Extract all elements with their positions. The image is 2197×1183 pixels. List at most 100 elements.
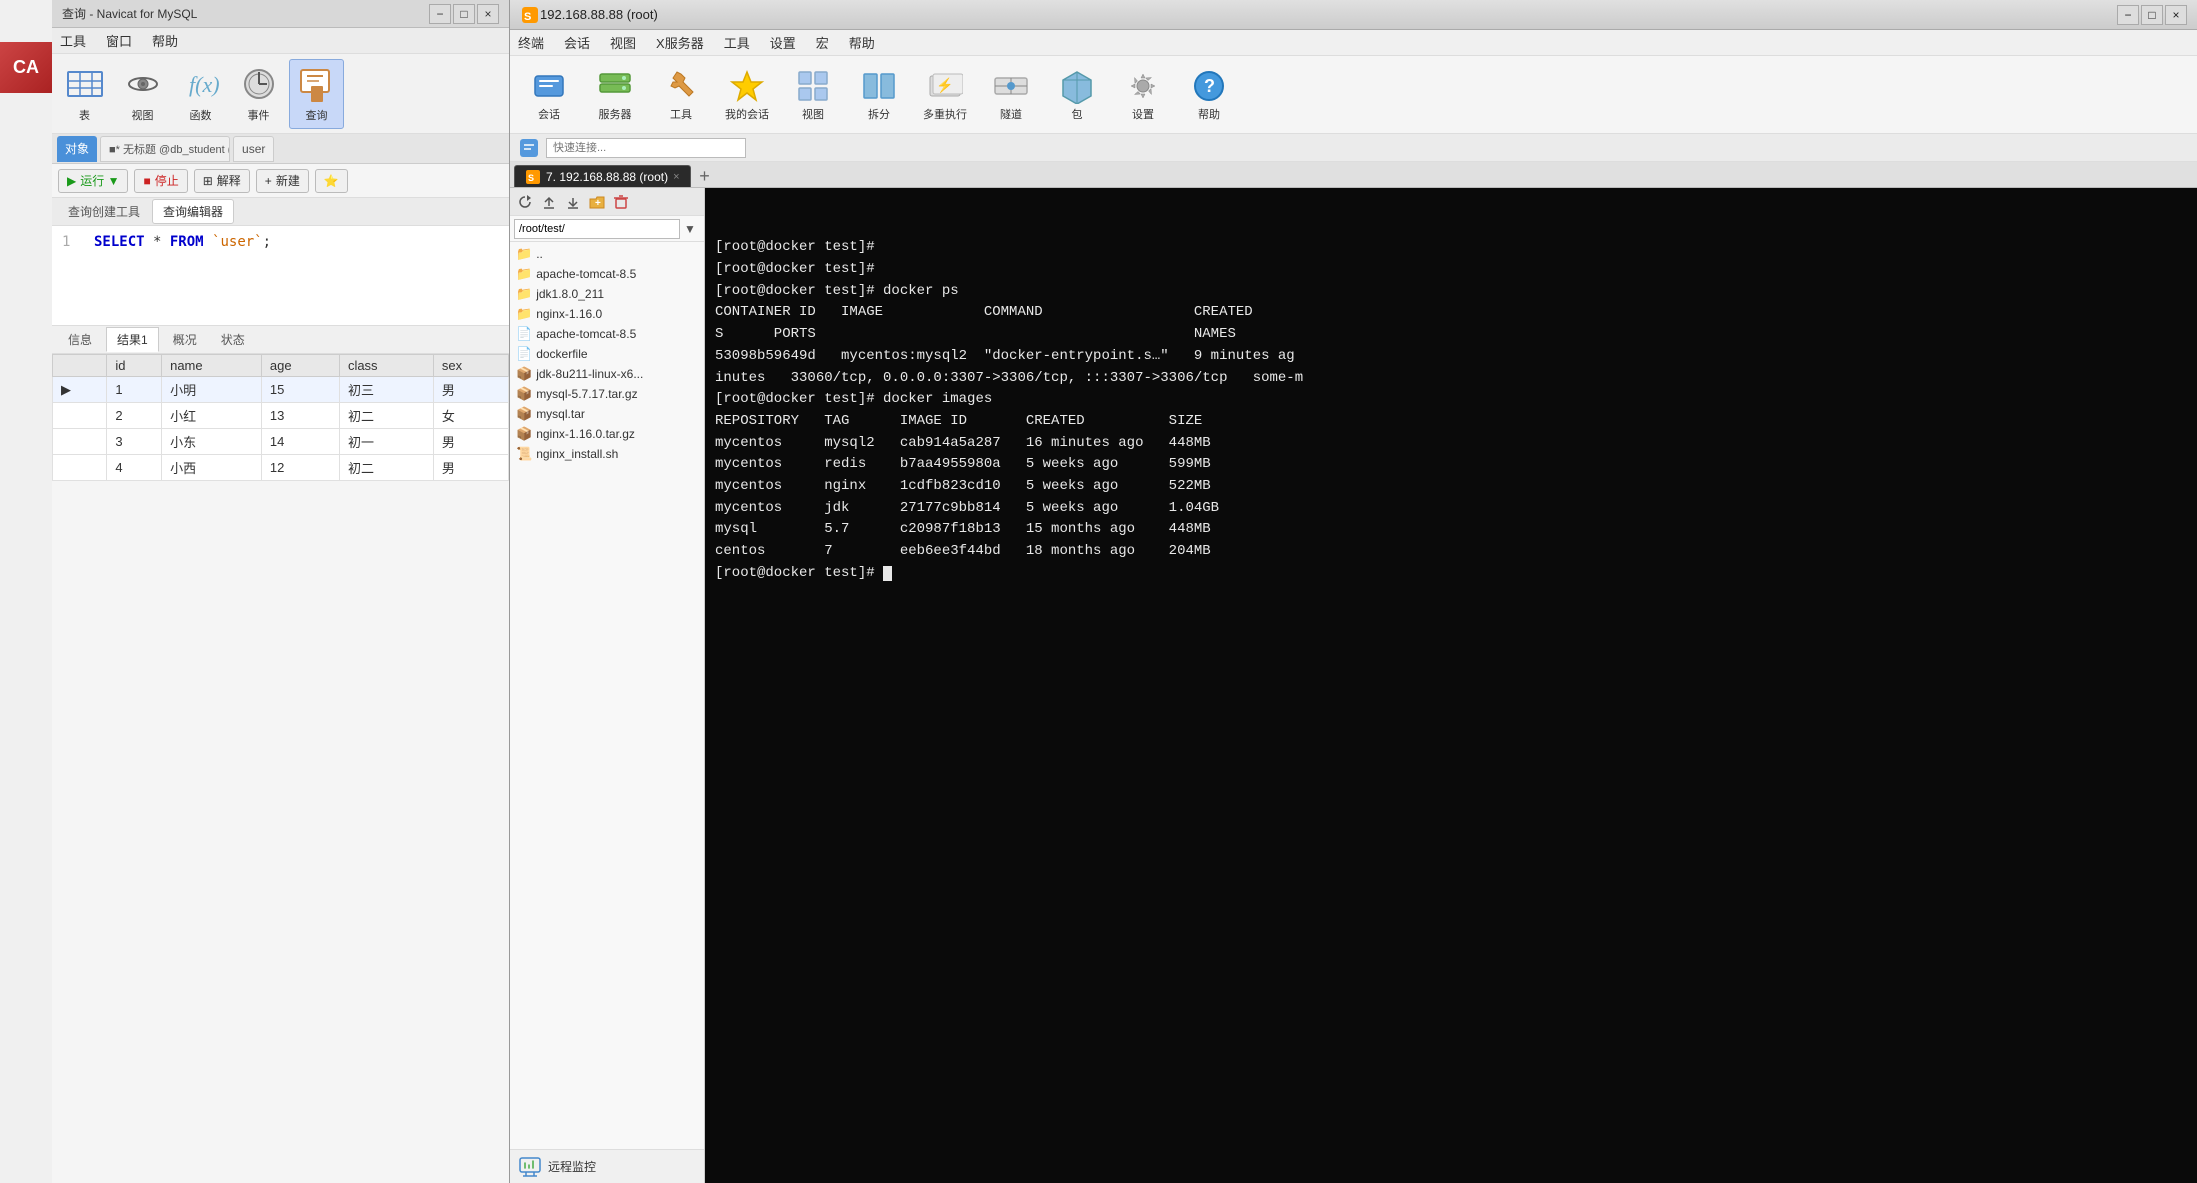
new-btn[interactable]: + 新建 — [256, 169, 309, 193]
folder-icon-1: 📁 — [516, 286, 532, 302]
svg-text:S: S — [524, 11, 531, 23]
scrt-maximize-btn[interactable]: □ — [2141, 5, 2163, 25]
file-item-2[interactable]: 📁 nginx-1.16.0 — [510, 304, 704, 324]
package-icon — [1059, 68, 1095, 104]
securecrt-title: 192.168.88.88 (root) — [540, 7, 658, 22]
col-sex: sex — [433, 355, 508, 377]
svg-text:f(x): f(x) — [189, 72, 220, 97]
table-row[interactable]: ▶ 1 小明 15 初三 男 — [53, 377, 509, 403]
cell-id: 3 — [107, 429, 162, 455]
cell-id: 2 — [107, 403, 162, 429]
menu-xserver[interactable]: X服务器 — [656, 33, 704, 52]
scrt-settings-btn[interactable]: 设置 — [1112, 61, 1174, 129]
col-id: id — [107, 355, 162, 377]
file-item-4[interactable]: 📄 dockerfile — [510, 344, 704, 364]
cell-id: 4 — [107, 455, 162, 481]
toolbar-view-btn[interactable]: 视图 — [115, 59, 170, 129]
menu-help[interactable]: 帮助 — [152, 31, 178, 50]
scrt-tools-btn[interactable]: 工具 — [650, 61, 712, 129]
stop-btn[interactable]: ■ 停止 — [134, 169, 187, 193]
menu-terminal[interactable]: 终端 — [518, 33, 544, 52]
scrt-split-btn[interactable]: 拆分 — [848, 61, 910, 129]
scrt-server-btn[interactable]: 服务器 — [584, 61, 646, 129]
path-input[interactable] — [514, 219, 680, 239]
result-tab-info[interactable]: 信息 — [58, 328, 102, 351]
query-editor[interactable]: 1 SELECT * FROM `user`; — [52, 226, 509, 326]
scrt-package-btn[interactable]: 包 — [1046, 61, 1108, 129]
menu-session[interactable]: 会话 — [564, 33, 590, 52]
file-panel: + ▼ 📁 .. 📁 apache-tomcat-8.5 — [510, 188, 705, 1183]
menu-tools[interactable]: 工具 — [60, 31, 86, 50]
terminal[interactable]: [root@docker test]#[root@docker test]#[r… — [705, 188, 2197, 1183]
file-item-7[interactable]: 📦 mysql.tar — [510, 404, 704, 424]
menu-tools[interactable]: 工具 — [724, 33, 750, 52]
navicat-close-btn[interactable]: × — [477, 4, 499, 24]
cell-age: 14 — [261, 429, 339, 455]
scrt-mysession-btn[interactable]: 我的会话 — [716, 61, 778, 129]
star-btn[interactable]: ⭐ — [315, 169, 348, 193]
path-go-btn[interactable]: ▼ — [680, 219, 700, 239]
menu-macro[interactable]: 宏 — [816, 33, 829, 52]
file-refresh-btn[interactable] — [514, 192, 536, 212]
toolbar-function-btn[interactable]: f(x) 函数 — [173, 59, 228, 129]
table-row[interactable]: 4 小西 12 初二 男 — [53, 455, 509, 481]
navicat-minimize-btn[interactable]: − — [429, 4, 451, 24]
file-delete-btn[interactable] — [610, 192, 632, 212]
menu-help[interactable]: 帮助 — [849, 33, 875, 52]
cell-age: 15 — [261, 377, 339, 403]
menu-settings[interactable]: 设置 — [770, 33, 796, 52]
session-search-input[interactable] — [546, 138, 746, 158]
session-tab-1[interactable]: S 7. 192.168.88.88 (root) × — [514, 165, 691, 187]
file-item-9[interactable]: 📜 nginx_install.sh — [510, 444, 704, 464]
result-tab-overview[interactable]: 概况 — [163, 328, 207, 351]
navicat-titlebar: 查询 - Navicat for MySQL − □ × — [52, 0, 509, 28]
tab-query-untitled[interactable]: ■* 无标题 @db_student (ww) ... — [100, 136, 230, 162]
toolbar-event-btn[interactable]: 事件 — [231, 59, 286, 129]
table-icon — [65, 64, 105, 104]
subtab-query-editor[interactable]: 查询编辑器 — [152, 199, 234, 224]
file-item-3[interactable]: 📄 apache-tomcat-8.5 — [510, 324, 704, 344]
session-tab-close[interactable]: × — [673, 171, 679, 183]
view-icon — [795, 68, 831, 104]
terminal-line: mycentos nginx 1cdfb823cd10 5 weeks ago … — [715, 476, 2187, 498]
scrt-session-btn[interactable]: 会话 — [518, 61, 580, 129]
scrt-close-btn[interactable]: × — [2165, 5, 2187, 25]
file-item-8[interactable]: 📦 nginx-1.16.0.tar.gz — [510, 424, 704, 444]
menu-view[interactable]: 视图 — [610, 33, 636, 52]
file-item-5[interactable]: 📦 jdk-8u211-linux-x6... — [510, 364, 704, 384]
scrt-tunnel-btn[interactable]: 隧道 — [980, 61, 1042, 129]
scrt-view-btn[interactable]: 视图 — [782, 61, 844, 129]
tab-object[interactable]: 对象 — [57, 136, 97, 162]
table-row[interactable]: 2 小红 13 初二 女 — [53, 403, 509, 429]
file-newfolder-btn[interactable]: + — [586, 192, 608, 212]
remote-monitor-btn[interactable]: 远程监控 — [510, 1149, 704, 1183]
tab-user[interactable]: user — [233, 136, 274, 162]
navicat-window: 查询 - Navicat for MySQL − □ × 工具 窗口 帮助 表 — [52, 0, 510, 1183]
scrt-minimize-btn[interactable]: − — [2117, 5, 2139, 25]
scrt-help-btn[interactable]: ? 帮助 — [1178, 61, 1240, 129]
file-icon-9: 📜 — [516, 446, 532, 462]
toolbar-table-btn[interactable]: 表 — [57, 59, 112, 129]
file-item-0[interactable]: 📁 apache-tomcat-8.5 — [510, 264, 704, 284]
navicat-maximize-btn[interactable]: □ — [453, 4, 475, 24]
folder-icon-2: 📁 — [516, 306, 532, 322]
file-item-6[interactable]: 📦 mysql-5.7.17.tar.gz — [510, 384, 704, 404]
file-item-parent[interactable]: 📁 .. — [510, 244, 704, 264]
query-subtabs: 查询创建工具 查询编辑器 — [52, 198, 509, 226]
navicat-win-controls: − □ × — [429, 4, 499, 24]
file-download-btn[interactable] — [562, 192, 584, 212]
result-tab-status[interactable]: 状态 — [211, 328, 255, 351]
file-upload-btn[interactable] — [538, 192, 560, 212]
result-tab-data[interactable]: 结果1 — [106, 327, 159, 352]
menu-window[interactable]: 窗口 — [106, 31, 132, 50]
add-tab-btn[interactable]: + — [694, 165, 716, 187]
explain-btn[interactable]: ⊞ 解释 — [194, 169, 250, 193]
server-icon — [597, 68, 633, 104]
file-item-1[interactable]: 📁 jdk1.8.0_211 — [510, 284, 704, 304]
terminal-line: inutes 33060/tcp, 0.0.0.0:3307->3306/tcp… — [715, 368, 2187, 390]
run-btn[interactable]: ▶ 运行 ▼ — [58, 169, 128, 193]
table-row[interactable]: 3 小东 14 初一 男 — [53, 429, 509, 455]
scrt-multiexec-btn[interactable]: ⚡ 多重执行 — [914, 61, 976, 129]
toolbar-query-btn[interactable]: 查询 — [289, 59, 344, 129]
subtab-query-builder[interactable]: 查询创建工具 — [58, 200, 150, 223]
